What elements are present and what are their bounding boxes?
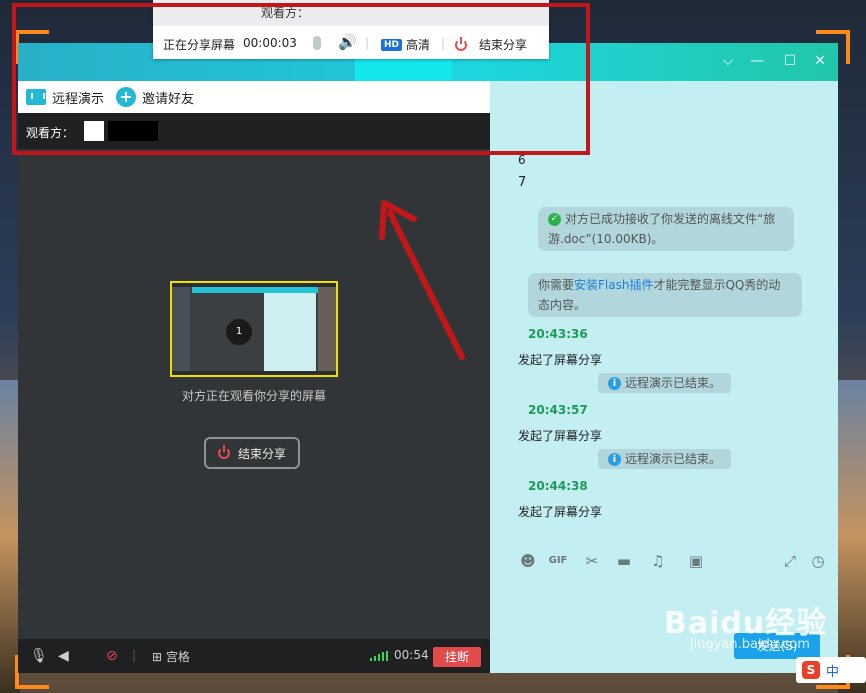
- message-timestamp: 20:43:57: [528, 403, 588, 417]
- thumb-number: 1: [226, 319, 252, 345]
- divider: |: [132, 648, 137, 662]
- end-share-button[interactable]: 结束分享: [204, 437, 300, 469]
- demo-ended-text: 远程演示已结束。: [625, 376, 722, 390]
- input-method-indicator[interactable]: S 中: [796, 657, 866, 683]
- chat-input-toolbar: ☻ GIF ✂ ▬ ♫ ▣ ⤢ ◷: [490, 543, 838, 579]
- chat-message: 发起了屏幕分享: [518, 353, 603, 367]
- speaker-icon[interactable]: ◀: [58, 648, 69, 664]
- scissors-icon[interactable]: ✂: [582, 551, 602, 571]
- install-flash-link[interactable]: 安装Flash插件: [574, 278, 653, 292]
- baidu-jingyan-watermark: Baidu经验: [664, 606, 828, 641]
- demo-ended-notice: i 远程演示已结束。: [598, 449, 732, 469]
- minimize-icon[interactable]: —: [749, 53, 765, 69]
- shared-screen-thumbnail: 1: [170, 281, 338, 377]
- folder-icon[interactable]: ▬: [614, 551, 634, 571]
- chat-message: 6: [518, 153, 526, 167]
- chat-panel: 6 7 ✓ 对方已成功接收了你发送的离线文件“旅游.doc”(10.00KB)。 …: [490, 113, 838, 673]
- info-icon: i: [608, 377, 621, 390]
- desktop-wallpaper-right: [838, 380, 866, 693]
- close-icon[interactable]: ✕: [812, 53, 828, 69]
- camera-off-icon[interactable]: ⊘: [106, 648, 118, 664]
- flash-notice: 你需要安装Flash插件才能完整显示QQ秀的动态内容。: [528, 273, 802, 317]
- ime-mode: 中: [826, 664, 840, 680]
- sogou-icon: S: [802, 661, 820, 679]
- message-timestamp: 20:43:36: [528, 327, 588, 341]
- annotation-arrow: [379, 200, 465, 360]
- emoji-icon[interactable]: ☻: [518, 551, 538, 571]
- expand-icon[interactable]: ⤢: [780, 551, 800, 571]
- image-icon[interactable]: ▣: [686, 551, 706, 571]
- file-received-notice: ✓ 对方已成功接收了你发送的离线文件“旅游.doc”(10.00KB)。: [538, 207, 794, 251]
- power-icon: [217, 445, 230, 459]
- maximize-icon[interactable]: ☐: [782, 53, 798, 69]
- message-timestamp: 20:44:38: [528, 479, 588, 493]
- chevron-down-icon[interactable]: ⌵: [720, 53, 736, 69]
- chat-message: 发起了屏幕分享: [518, 505, 603, 519]
- signal-strength-icon: [370, 651, 390, 661]
- gif-icon[interactable]: GIF: [548, 551, 568, 571]
- grid-view-button[interactable]: ⊞ 宫格: [152, 648, 190, 664]
- file-received-text: 对方已成功接收了你发送的离线文件“旅游.doc”(10.00KB)。: [548, 212, 776, 246]
- grid-icon: ⊞: [152, 650, 163, 664]
- watermark-url: jingyan.baidu.com: [690, 637, 810, 652]
- call-duration: 00:54: [394, 648, 429, 662]
- info-icon: i: [608, 453, 621, 466]
- call-control-bar: 🎙 ◀ ⊘ | ⊞ 宫格 00:54 挂断: [18, 639, 490, 673]
- watching-status-text: 对方正在观看你分享的屏幕: [181, 389, 326, 403]
- chat-message: 发起了屏幕分享: [518, 429, 603, 443]
- grid-view-label: 宫格: [165, 650, 190, 664]
- demo-ended-text: 远程演示已结束。: [625, 452, 722, 466]
- chat-message: 7: [518, 175, 527, 190]
- desktop-wallpaper-left: [0, 380, 20, 693]
- annotation-highlight-box: [12, 3, 590, 155]
- end-share-label: 结束分享: [237, 446, 286, 461]
- music-icon[interactable]: ♫: [648, 551, 668, 571]
- microphone-icon[interactable]: 🎙: [30, 648, 48, 664]
- hangup-button[interactable]: 挂断: [433, 647, 481, 667]
- check-icon: ✓: [548, 213, 561, 226]
- demo-ended-notice: i 远程演示已结束。: [598, 373, 732, 393]
- history-clock-icon[interactable]: ◷: [808, 551, 828, 571]
- flash-prefix: 你需要: [538, 278, 575, 292]
